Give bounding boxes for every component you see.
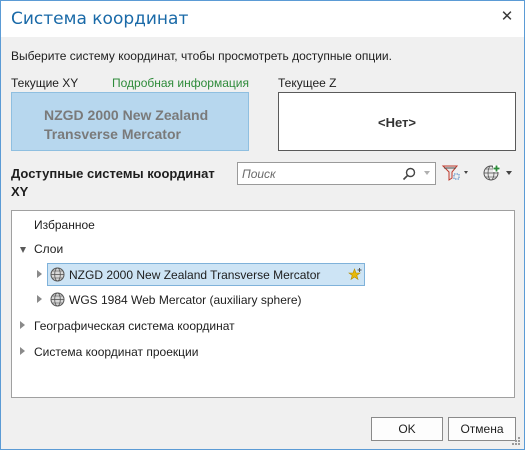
tree-item-favorites[interactable]: Избранное <box>34 214 95 236</box>
expand-arrow-icon[interactable] <box>20 321 25 329</box>
resize-grip-icon[interactable] <box>511 436 521 446</box>
available-systems-heading: Доступные системы координат XY <box>11 166 215 199</box>
expand-arrow-icon[interactable] <box>37 295 42 303</box>
search-box[interactable] <box>237 162 436 185</box>
tree-item-layers[interactable]: Слои <box>34 238 63 260</box>
expand-arrow-icon[interactable] <box>37 270 42 278</box>
coordinate-system-tree[interactable]: Избранное Слои NZGD 2000 New Zealand Tra… <box>11 210 515 398</box>
details-link[interactable]: Подробная информация <box>112 76 249 90</box>
instruction-text: Выберите систему координат, чтобы просмо… <box>11 49 392 63</box>
tree-item-projected[interactable]: Система координат проекции <box>34 341 198 363</box>
tree-item-layer[interactable]: WGS 1984 Web Mercator (auxiliary sphere) <box>69 289 302 311</box>
filter-icon[interactable] <box>441 163 471 183</box>
close-icon[interactable]: ✕ <box>498 8 516 26</box>
title-bar: Система координат ✕ <box>1 1 524 37</box>
current-z-value: <Нет> <box>378 115 416 130</box>
expand-layers-icon[interactable] <box>20 247 26 253</box>
globe-icon <box>50 267 65 282</box>
tree-item-layer[interactable]: NZGD 2000 New Zealand Transverse Mercato… <box>69 264 320 286</box>
cancel-button[interactable]: Отмена <box>448 417 516 441</box>
search-icon[interactable] <box>401 166 417 182</box>
current-xy-box[interactable]: NZGD 2000 New Zealand Transverse Mercato… <box>11 92 249 151</box>
current-z-label: Текущее Z <box>278 76 337 90</box>
globe-icon <box>50 292 65 307</box>
current-z-box[interactable]: <Нет> <box>278 92 516 151</box>
dialog-title: Система координат <box>11 9 189 29</box>
tree-item-geographic[interactable]: Географическая система координат <box>34 315 235 337</box>
current-xy-value: NZGD 2000 New Zealand Transverse Mercato… <box>44 107 209 142</box>
coordinate-system-dialog: Система координат ✕ Выберите систему коо… <box>0 0 525 450</box>
search-dropdown-caret[interactable] <box>424 171 430 175</box>
current-xy-label: Текущие XY <box>11 76 79 90</box>
ok-button[interactable]: OK <box>371 417 443 441</box>
search-input[interactable] <box>242 165 397 182</box>
globe-add-icon[interactable] <box>481 163 515 183</box>
expand-arrow-icon[interactable] <box>20 347 25 355</box>
favorite-star-icon[interactable] <box>348 267 363 282</box>
